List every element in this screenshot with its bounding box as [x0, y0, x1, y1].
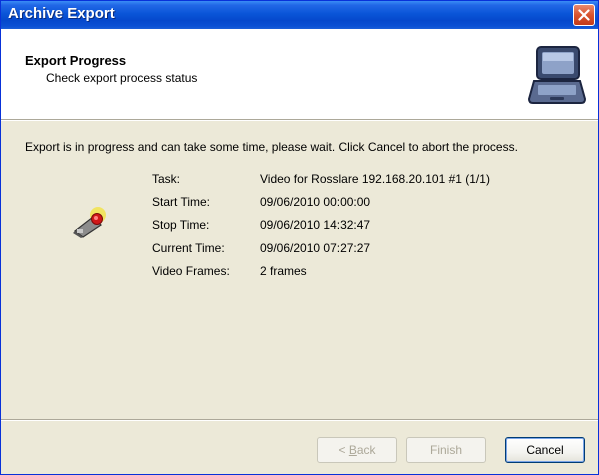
start-time-label: Start Time: — [152, 195, 211, 209]
back-button-rest: ack — [356, 443, 376, 457]
close-button[interactable] — [573, 4, 595, 26]
header-subtitle: Check export process status — [46, 71, 198, 85]
video-frames-label: Video Frames: — [152, 264, 230, 278]
current-time-value: 09/06/2010 07:27:27 — [260, 241, 371, 255]
back-button-prefix: < — [338, 443, 349, 457]
back-button[interactable]: < Back — [317, 437, 397, 463]
video-frames-value: 2 frames — [260, 264, 307, 278]
finish-button[interactable]: Finish — [406, 437, 486, 463]
title-bar[interactable]: Archive Export — [1, 1, 598, 29]
laptop-icon — [528, 46, 586, 104]
current-time-label: Current Time: — [152, 241, 225, 255]
window-title: Archive Export — [8, 5, 115, 22]
header-divider — [1, 119, 598, 121]
start-time-value: 09/06/2010 00:00:00 — [260, 195, 371, 209]
back-button-accel: B — [348, 443, 357, 457]
camera-icon — [73, 207, 106, 238]
stop-time-label: Stop Time: — [152, 218, 210, 232]
close-icon — [578, 9, 590, 21]
task-value: Video for Rosslare 192.168.20.101 #1 (1/… — [260, 172, 490, 186]
wizard-header: Export Progress Check export process sta… — [1, 29, 598, 119]
archive-export-dialog: Archive Export Export Progress Check exp… — [0, 0, 599, 475]
footer-divider — [1, 419, 598, 421]
stop-time-value: 09/06/2010 14:32:47 — [260, 218, 371, 232]
cancel-button[interactable]: Cancel — [505, 437, 585, 463]
task-label: Task: — [152, 172, 181, 186]
progress-message: Export is in progress and can take some … — [25, 140, 518, 154]
header-title: Export Progress — [25, 53, 127, 68]
